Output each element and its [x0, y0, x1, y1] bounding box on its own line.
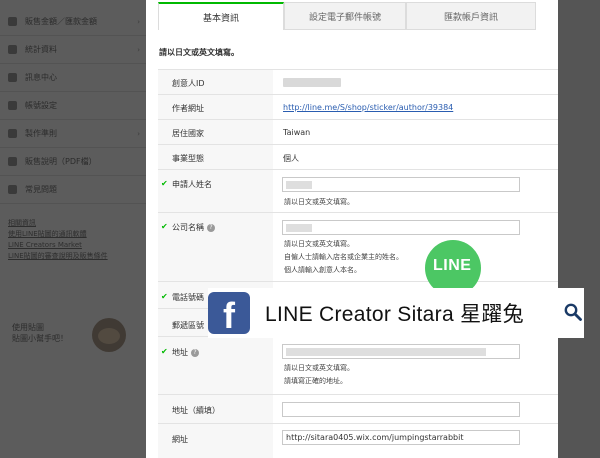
tab-email-settings[interactable]: 設定電子郵件帳號 [284, 2, 406, 30]
row-company-name: ✔ 公司名稱? 請以日文或英文填寫。 自僱人士請輸入店名或企業主的姓名。 個人請… [158, 212, 558, 281]
sidebar-item-faq[interactable]: 常見問題 [0, 176, 146, 204]
row-label: 創意人ID [158, 70, 273, 94]
related-link[interactable]: LINE貼圖的審查說明及販售條件 [8, 251, 108, 262]
row-label: ✔ 公司名稱? [158, 213, 273, 281]
address-label: 地址 [172, 348, 188, 357]
website-input[interactable]: http://sitara0405.wix.com/jumpingstarrab… [282, 430, 520, 445]
creator-banner: f LINE Creator Sitara 星躍兔 [208, 288, 584, 338]
company-name-label: 公司名稱 [172, 223, 204, 232]
promo-text: 使用貼圖 貼圖小幫手吧！ [12, 322, 68, 344]
banner-title: LINE Creator Sitara 星躍兔 [265, 303, 524, 326]
chevron-right-icon: › [137, 17, 140, 26]
sidebar-item-label: 常見問題 [25, 185, 57, 194]
row-label: ✔ 地址? [158, 337, 273, 394]
row-business-type: 事業型態 個人 [158, 144, 558, 169]
redacted-value [286, 180, 312, 189]
redacted-value [286, 347, 486, 356]
question-icon [8, 185, 17, 194]
line-logo-text: LINE [433, 257, 472, 274]
company-name-help: 請以日文或英文填寫。 自僱人士請輸入店名或企業主的姓名。 個人請輸入創意人本名。 [284, 240, 403, 274]
row-label: 地址（續填） [158, 395, 273, 423]
address-input[interactable] [282, 344, 520, 359]
mail-icon [8, 73, 17, 82]
promo-line: 使用貼圖 [12, 323, 44, 332]
row-country: 居住國家 Taiwan [158, 119, 558, 144]
sidebar-item-account[interactable]: 帳號設定 [0, 92, 146, 120]
sidebar-item-label: 製作準則 [25, 129, 57, 138]
facebook-icon[interactable]: f [208, 292, 250, 336]
tab-basic-info[interactable]: 基本資訊 [158, 2, 284, 30]
sidebar-item-label: 販售說明（PDF檔） [25, 157, 97, 166]
row-label: ✔ 申請人姓名 [158, 170, 273, 212]
book-icon [8, 129, 17, 138]
mascot-image [92, 318, 126, 352]
applicant-name-input[interactable] [282, 177, 520, 192]
country-value: Taiwan [283, 128, 311, 137]
required-check-icon: ✔ [161, 179, 168, 188]
row-author-url: 作者網址 http://line.me/S/shop/sticker/autho… [158, 94, 558, 119]
chart-icon [8, 45, 17, 54]
wallet-icon [8, 17, 17, 26]
address-help: 請以日文或英文填寫。 請填寫正確的地址。 [284, 364, 354, 385]
redacted-value [286, 223, 312, 232]
help-icon[interactable]: ? [207, 223, 215, 232]
chevron-right-icon: › [137, 129, 140, 138]
sidebar-item-label: 販售金額／匯款金額 [25, 17, 97, 26]
sidebar-item-label: 帳號設定 [25, 101, 57, 110]
tab-bar: 基本資訊 設定電子郵件帳號 匯款帳戶資訊 [158, 2, 536, 30]
company-name-input[interactable] [282, 220, 520, 235]
required-check-icon: ✔ [161, 222, 168, 231]
sidebar-item-guidelines[interactable]: 製作準則 › [0, 120, 146, 148]
row-label: 作者網址 [158, 95, 273, 119]
required-check-icon: ✔ [161, 347, 168, 356]
tab-bank-account[interactable]: 匯款帳戶資訊 [406, 2, 536, 30]
user-icon [8, 101, 17, 110]
related-links-heading: 相關資訊 [8, 219, 36, 227]
sidebar-item-label: 統計資料 [25, 45, 57, 54]
row-address-cont: 地址（續填） [158, 394, 558, 423]
related-link[interactable]: 使用LINE貼圖的通訊軟體 [8, 229, 108, 240]
address-cont-input[interactable] [282, 402, 520, 417]
required-check-icon: ✔ [161, 292, 168, 301]
help-icon[interactable]: ? [191, 348, 199, 357]
business-type-value: 個人 [283, 154, 299, 163]
promo-line: 貼圖小幫手吧！ [12, 334, 68, 343]
row-applicant-name: ✔ 申請人姓名 請以日文或英文填寫。 [158, 169, 558, 212]
sidebar-item-statistics[interactable]: 統計資料 › [0, 36, 146, 64]
sidebar-item-sales-guide[interactable]: 販售說明（PDF檔） [0, 148, 146, 176]
author-url-link[interactable]: http://line.me/S/shop/sticker/author/393… [283, 103, 453, 112]
related-link[interactable]: LINE Creators Market [8, 240, 108, 251]
row-label: 網址 [158, 424, 273, 458]
sidebar-item-messages[interactable]: 訊息中心 [0, 64, 146, 92]
related-links: 相關資訊 使用LINE貼圖的通訊軟體 LINE Creators Market … [8, 218, 108, 262]
redacted-value [283, 78, 341, 87]
row-website: 網址 http://sitara0405.wix.com/jumpingstar… [158, 423, 558, 458]
sidebar: 販售金額／匯款金額 › 統計資料 › 訊息中心 帳號設定 製作準則 › 販售說明… [0, 0, 146, 458]
row-label: 事業型態 [158, 145, 273, 169]
document-icon [8, 157, 17, 166]
row-address: ✔ 地址? 請以日文或英文填寫。 請填寫正確的地址。 [158, 336, 558, 394]
search-icon[interactable] [564, 303, 582, 321]
applicant-name-help: 請以日文或英文填寫。 [284, 198, 354, 206]
panel-header: 基本資訊 設定電子郵件帳號 匯款帳戶資訊 [146, 0, 558, 36]
chevron-right-icon: › [137, 45, 140, 54]
sidebar-item-label: 訊息中心 [25, 73, 57, 82]
sidebar-item-sales[interactable]: 販售金額／匯款金額 › [0, 8, 146, 36]
form-instruction: 請以日文或英文填寫。 [159, 48, 239, 57]
row-creator-id: 創意人ID [158, 69, 558, 94]
profile-form-panel: 基本資訊 設定電子郵件帳號 匯款帳戶資訊 請以日文或英文填寫。 創意人ID 作者… [146, 0, 558, 458]
row-label: 居住國家 [158, 120, 273, 144]
